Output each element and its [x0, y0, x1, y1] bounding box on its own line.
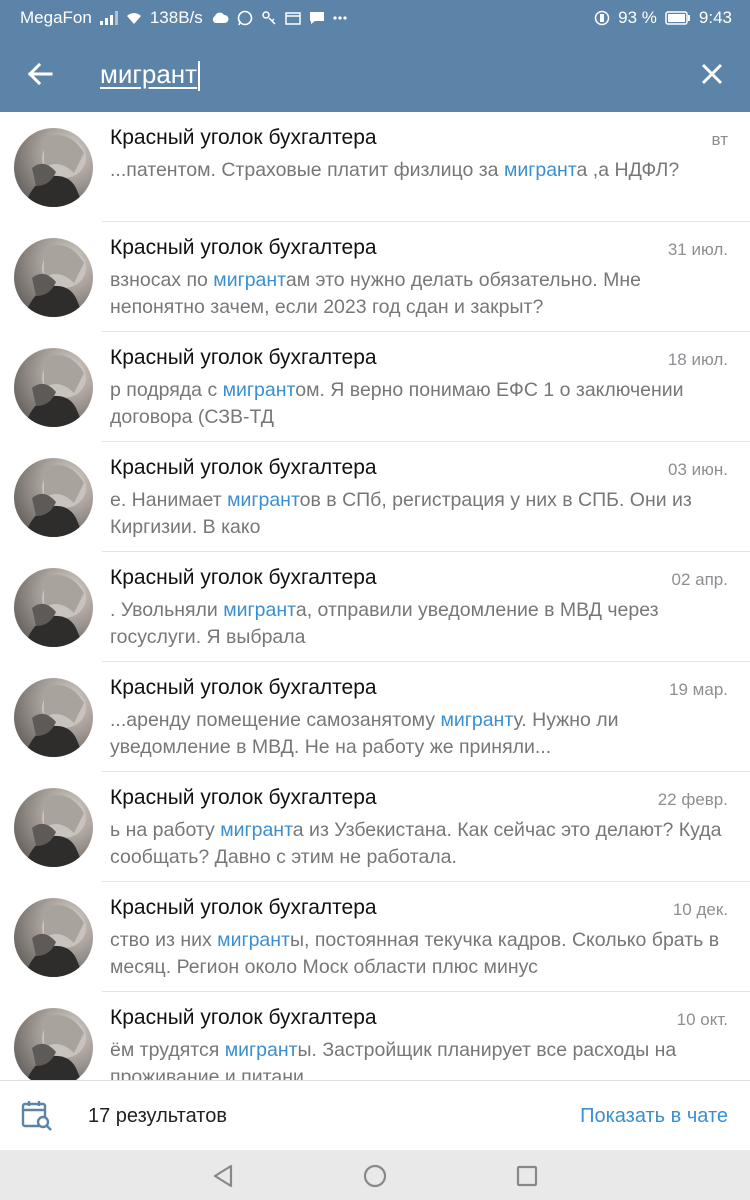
chat-avatar	[14, 568, 93, 647]
message-snippet: взносах по мигрантам это нужно делать об…	[110, 269, 641, 318]
search-result-row[interactable]: Красный уголок бухгалтера 18 июл. р подр…	[0, 332, 750, 442]
message-date: 02 апр.	[671, 570, 728, 589]
chat-title: Красный уголок бухгалтера	[110, 786, 377, 809]
chat-avatar	[14, 128, 93, 207]
search-result-row[interactable]: Красный уголок бухгалтера 02 апр. . Увол…	[0, 552, 750, 662]
chat-avatar	[14, 898, 93, 977]
search-result-row[interactable]: Красный уголок бухгалтера 19 мар. ...аре…	[0, 662, 750, 772]
chat-avatar	[14, 458, 93, 537]
message-date: вт	[711, 130, 728, 149]
chat-title: Красный уголок бухгалтера	[110, 346, 377, 369]
more-icon	[333, 16, 347, 20]
nav-home-button[interactable]	[358, 1159, 392, 1193]
vibrate-icon	[594, 10, 610, 26]
text-caret	[198, 61, 201, 92]
cloud-icon	[211, 12, 229, 24]
clock: 9:43	[698, 8, 732, 27]
chat-title: Красный уголок бухгалтера	[110, 456, 377, 479]
status-right: 93 % 9:43	[594, 0, 732, 36]
search-header: мигрант	[0, 36, 750, 112]
message-snippet: . Увольняли мигранта, отправили уведомле…	[110, 599, 659, 648]
back-button[interactable]	[18, 52, 62, 96]
message-snippet: ...патентом. Страховые платит физлицо за…	[110, 159, 680, 181]
chat-title: Красный уголок бухгалтера	[110, 236, 377, 259]
message-date: 31 июл.	[667, 240, 728, 259]
message-date: 18 июл.	[667, 350, 728, 369]
chat-title: Красный уголок бухгалтера	[110, 896, 377, 919]
battery-percent: 93 %	[618, 8, 657, 27]
search-match-highlight: мигрант	[440, 709, 514, 731]
nav-back-icon	[213, 1164, 233, 1188]
signal-icon	[99, 11, 118, 25]
whatsapp-icon	[237, 10, 253, 26]
close-icon	[701, 63, 723, 85]
message-snippet: ...аренду помещение самозанятому мигрант…	[110, 709, 619, 758]
search-result-row[interactable]: Красный уголок бухгалтера 10 дек. ство и…	[0, 882, 750, 992]
search-match-highlight: мигрант	[223, 599, 296, 621]
nav-back-button[interactable]	[206, 1159, 240, 1193]
chat-avatar	[14, 348, 93, 427]
status-bar: MegaFon 138B/s 93 % 9:43	[0, 0, 750, 36]
show-in-chat-button[interactable]: Показать в чате	[580, 1105, 728, 1128]
message-date: 10 дек.	[672, 900, 728, 919]
search-results-list[interactable]: Красный уголок бухгалтера вт ...патентом…	[0, 112, 750, 1080]
vpn-icon	[261, 10, 277, 26]
search-query: мигрант	[100, 59, 198, 89]
nav-home-icon	[363, 1164, 387, 1188]
chat-title: Красный уголок бухгалтера	[110, 1006, 377, 1029]
chat-title: Красный уголок бухгалтера	[110, 126, 377, 149]
search-result-row[interactable]: Красный уголок бухгалтера вт ...патентом…	[0, 112, 750, 222]
message-snippet: р подряда с мигрантом. Я верно понимаю Е…	[110, 379, 684, 428]
wifi-icon	[126, 11, 142, 25]
search-match-highlight: мигрант	[224, 1039, 298, 1061]
search-match-highlight: мигрант	[222, 379, 296, 401]
search-result-row[interactable]: Красный уголок бухгалтера 22 февр. ь на …	[0, 772, 750, 882]
search-result-row[interactable]: Красный уголок бухгалтера 10 окт. ём тру…	[0, 992, 750, 1080]
clear-search-button[interactable]	[690, 52, 734, 96]
search-match-highlight: мигрант	[213, 269, 286, 291]
nav-recents-button[interactable]	[510, 1159, 544, 1193]
search-match-highlight: мигрант	[217, 929, 290, 951]
carrier-name: MegaFon	[20, 8, 92, 27]
message-snippet: ь на работу мигранта из Узбекистана. Как…	[110, 819, 722, 868]
calendar-icon	[285, 11, 301, 25]
message-date: 22 февр.	[657, 790, 728, 809]
search-match-highlight: мигрант	[227, 489, 300, 511]
calendar-search-icon	[21, 1101, 52, 1131]
message-snippet: е. Нанимает мигрантов в СПб, регистрация…	[110, 489, 692, 538]
back-arrow-icon	[27, 62, 53, 86]
message-date: 10 окт.	[676, 1010, 728, 1029]
status-left: MegaFon 138B/s	[20, 0, 347, 36]
chat-avatar	[14, 1008, 93, 1080]
chat-title: Красный уголок бухгалтера	[110, 566, 377, 589]
search-result-row[interactable]: Красный уголок бухгалтера 31 июл. взноса…	[0, 222, 750, 332]
search-match-highlight: мигрант	[220, 819, 293, 841]
network-speed: 138B/s	[149, 8, 203, 27]
battery-icon	[665, 11, 691, 25]
message-date: 03 июн.	[668, 460, 728, 479]
search-input[interactable]: мигрант	[100, 54, 660, 94]
message-date: 19 мар.	[669, 680, 728, 699]
nav-recents-icon	[516, 1165, 538, 1187]
system-nav-bar	[0, 1150, 750, 1200]
chat-avatar	[14, 678, 93, 757]
chat-avatar	[14, 788, 93, 867]
chat-avatar	[14, 238, 93, 317]
search-result-row[interactable]: Красный уголок бухгалтера 03 июн. е. Нан…	[0, 442, 750, 552]
results-count: 17 результатов	[88, 1105, 227, 1127]
search-match-highlight: мигрант	[503, 159, 577, 181]
message-snippet: ём трудятся мигранты. Застройщик планиру…	[110, 1039, 677, 1080]
message-icon	[309, 11, 325, 25]
message-snippet: ство из них мигранты, постоянная текучка…	[110, 929, 720, 978]
jump-to-date-button[interactable]	[18, 1097, 56, 1135]
chat-title: Красный уголок бухгалтера	[110, 676, 377, 699]
search-bottom-bar: 17 результатов Показать в чате	[0, 1080, 750, 1150]
